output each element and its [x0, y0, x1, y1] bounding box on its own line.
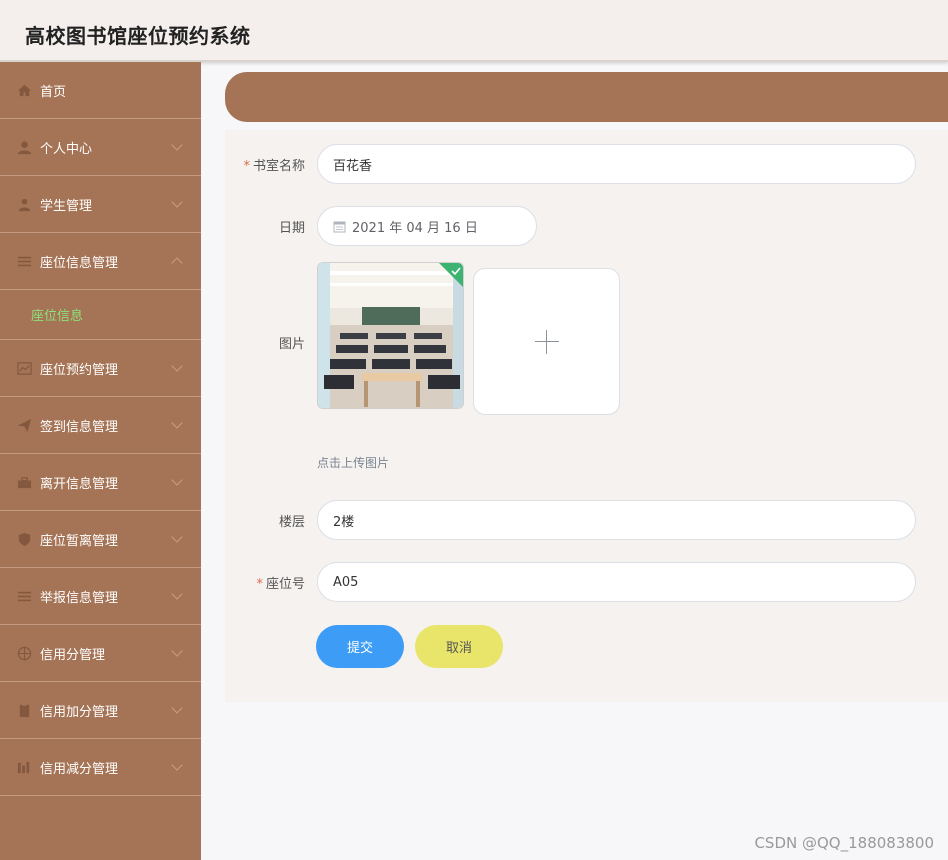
seat-info-form: * 书室名称 百花香 日期 2021 年 04 月 16 日 图片 点击上传图片… — [225, 130, 948, 702]
image-upload-button[interactable] — [473, 268, 620, 415]
sidebar-item-label: 学生管理 — [40, 198, 93, 214]
home-icon — [16, 82, 32, 98]
sidebar-item-checkin[interactable]: 签到信息管理 — [0, 397, 201, 454]
student-icon — [16, 196, 32, 212]
sidebar-item-credit-score[interactable]: 信用分管理 — [0, 625, 201, 682]
clipboard-icon — [16, 702, 32, 718]
chevron-down-icon — [171, 588, 183, 600]
chevron-down-icon — [171, 360, 183, 372]
compass-icon — [16, 645, 32, 661]
list-icon — [16, 253, 32, 269]
chevron-down-icon — [171, 759, 183, 771]
sidebar-subitem-seat-info[interactable]: 座位信息 — [0, 290, 201, 340]
room-name-label: * 书室名称 — [243, 159, 305, 174]
sidebar-item-label: 座位暂离管理 — [40, 533, 119, 549]
uploaded-image-thumbnail[interactable] — [317, 262, 464, 409]
sidebar-item-label: 信用分管理 — [40, 647, 106, 663]
plus-icon — [534, 329, 559, 354]
chevron-up-icon — [171, 257, 183, 269]
chevron-down-icon — [171, 702, 183, 714]
sidebar-item-label: 离开信息管理 — [40, 476, 119, 492]
shield-icon — [16, 531, 32, 547]
sidebar-item-temporary-leave[interactable]: 座位暂离管理 — [0, 511, 201, 568]
send-icon — [16, 417, 32, 433]
sidebar-item-label: 个人中心 — [40, 141, 93, 157]
date-label: 日期 — [278, 221, 305, 236]
sidebar-item-label: 首页 — [40, 84, 67, 100]
cancel-button[interactable]: 取消 — [415, 625, 503, 668]
floor-input[interactable]: 2楼 — [317, 500, 916, 540]
sidebar-subitem-label: 座位信息 — [31, 309, 84, 324]
main-content: * 书室名称 百花香 日期 2021 年 04 月 16 日 图片 点击上传图片… — [201, 62, 948, 860]
seat-no-label: * 座位号 — [256, 577, 305, 592]
sidebar-item-label: 举报信息管理 — [40, 590, 119, 606]
sidebar-item-label: 信用减分管理 — [40, 761, 119, 777]
sidebar-item-home[interactable]: 首页 — [0, 62, 201, 119]
chevron-down-icon — [171, 474, 183, 486]
user-icon — [16, 139, 32, 155]
seat-no-input[interactable]: A05 — [317, 562, 916, 602]
submit-button[interactable]: 提交 — [316, 625, 404, 668]
sidebar-item-personal-center[interactable]: 个人中心 — [0, 119, 201, 176]
room-name-input[interactable]: 百花香 — [317, 144, 916, 184]
chevron-down-icon — [171, 196, 183, 208]
calendar-icon — [333, 220, 346, 233]
page-banner — [225, 72, 948, 122]
chevron-down-icon — [171, 531, 183, 543]
chevron-down-icon — [171, 645, 183, 657]
sidebar-item-leave[interactable]: 离开信息管理 — [0, 454, 201, 511]
app-header: 高校图书馆座位预约系统 — [0, 0, 948, 62]
sidebar-item-label: 座位信息管理 — [40, 255, 119, 271]
floor-label: 楼层 — [278, 515, 305, 530]
upload-hint: 点击上传图片 — [317, 456, 390, 470]
sidebar-item-credit-add[interactable]: 信用加分管理 — [0, 682, 201, 739]
image-label: 图片 — [278, 337, 305, 352]
date-value: 2021 年 04 月 16 日 — [352, 220, 478, 236]
app-title: 高校图书馆座位预约系统 — [25, 24, 251, 48]
classroom-photo — [318, 263, 463, 408]
sidebar-item-label: 签到信息管理 — [40, 419, 119, 435]
sidebar: 首页 个人中心 学生管理 座位信息管理 座位信息 座位预约管理 签到信息管理 离… — [0, 62, 201, 860]
menu-icon — [16, 588, 32, 604]
sidebar-item-seat-info-management[interactable]: 座位信息管理 — [0, 233, 201, 290]
sidebar-item-seat-reservation[interactable]: 座位预约管理 — [0, 340, 201, 397]
sidebar-item-label: 座位预约管理 — [40, 362, 119, 378]
chevron-down-icon — [171, 417, 183, 429]
sidebar-item-credit-deduct[interactable]: 信用减分管理 — [0, 739, 201, 796]
watermark: CSDN @QQ_188083800 — [754, 834, 934, 852]
briefcase-icon — [16, 474, 32, 490]
sidebar-item-students[interactable]: 学生管理 — [0, 176, 201, 233]
bars-icon — [16, 759, 32, 775]
sidebar-item-reports[interactable]: 举报信息管理 — [0, 568, 201, 625]
sidebar-item-label: 信用加分管理 — [40, 704, 119, 720]
chart-icon — [16, 360, 32, 376]
chevron-down-icon — [171, 139, 183, 151]
date-picker[interactable]: 2021 年 04 月 16 日 — [317, 206, 537, 246]
